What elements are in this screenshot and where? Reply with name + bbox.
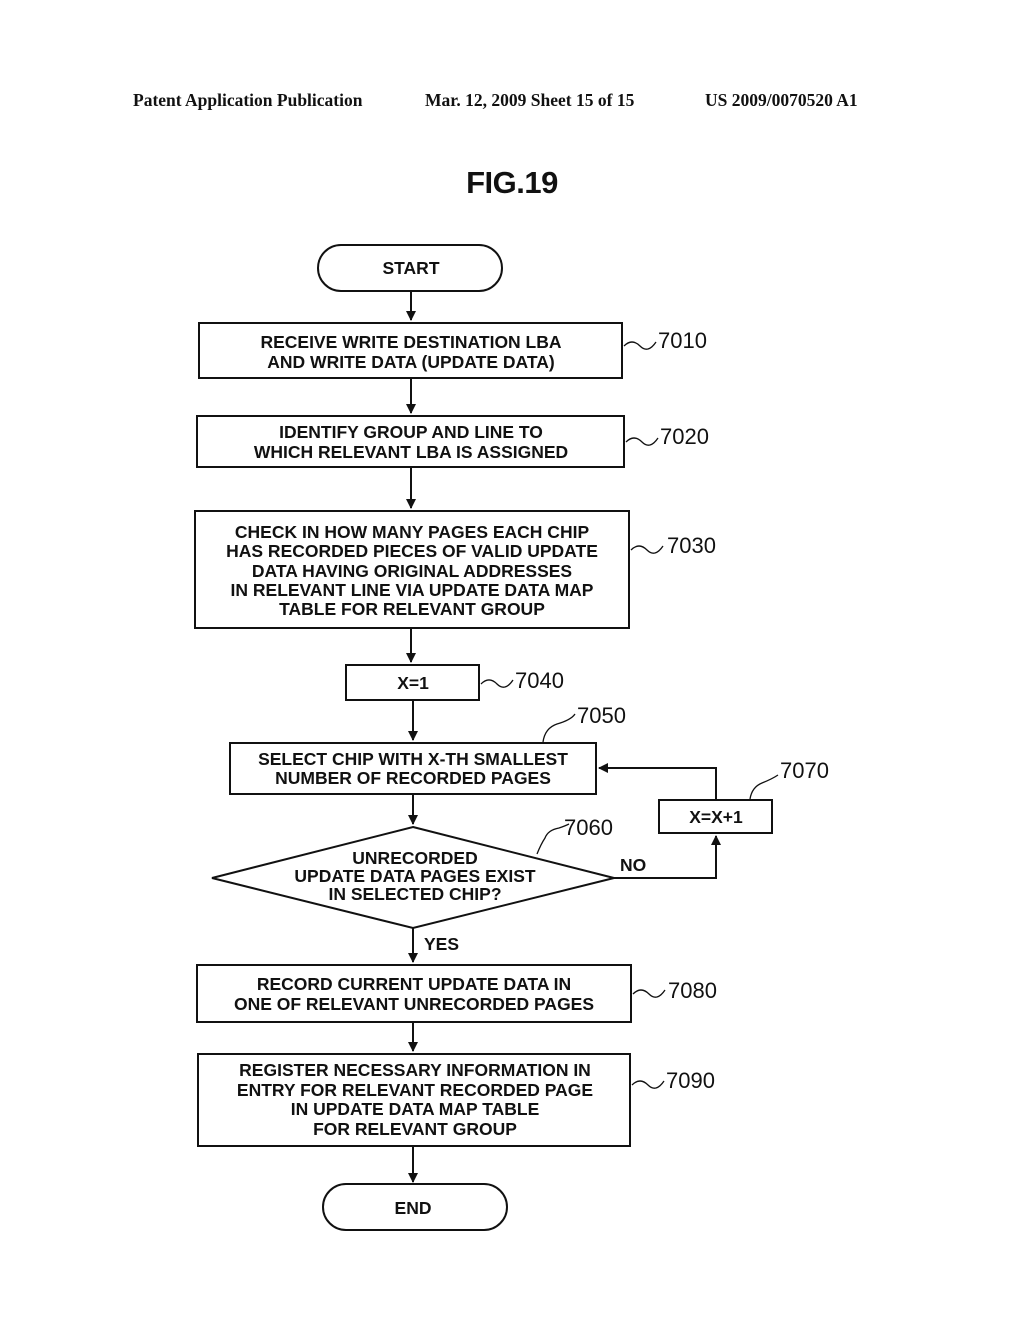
leader-7080 [632, 989, 666, 998]
step-7090: REGISTER NECESSARY INFORMATION IN ENTRY … [197, 1053, 715, 1147]
step-7010-line-1: RECEIVE WRITE DESTINATION LBA [260, 332, 561, 352]
ref-7030: 7030 [667, 533, 716, 558]
ref-7080: 7080 [668, 978, 717, 1003]
decision-7060-line-3: IN SELECTED CHIP? [328, 884, 501, 904]
leader-7070 [749, 774, 779, 800]
start-label: START [382, 258, 439, 278]
step-7020-line-1: IDENTIFY GROUP AND LINE TO [279, 422, 543, 442]
leader-7030 [630, 545, 664, 554]
step-7050: SELECT CHIP WITH X-TH SMALLEST NUMBER OF… [229, 703, 626, 795]
ref-7050: 7050 [577, 703, 626, 728]
step-7010-line-2: AND WRITE DATA (UPDATE DATA) [267, 352, 554, 372]
ref-7040: 7040 [515, 668, 564, 693]
step-7020: IDENTIFY GROUP AND LINE TO WHICH RELEVAN… [196, 415, 709, 468]
ref-7020: 7020 [660, 424, 709, 449]
step-7090-line-1: REGISTER NECESSARY INFORMATION IN [239, 1060, 591, 1080]
step-7040: X=1 7040 [345, 664, 564, 701]
step-7030: CHECK IN HOW MANY PAGES EACH CHIP HAS RE… [194, 510, 716, 629]
step-7010: RECEIVE WRITE DESTINATION LBA AND WRITE … [198, 322, 707, 379]
ref-7070: 7070 [780, 758, 829, 783]
decision-7060-line-2: UPDATE DATA PAGES EXIST [294, 866, 535, 886]
step-7080-line-1: RECORD CURRENT UPDATE DATA IN [257, 974, 571, 994]
ref-7060: 7060 [564, 815, 613, 840]
step-7050-line-2: NUMBER OF RECORDED PAGES [275, 768, 551, 788]
step-7030-line-2: HAS RECORDED PIECES OF VALID UPDATE [226, 541, 598, 561]
step-7090-line-3: IN UPDATE DATA MAP TABLE [291, 1099, 540, 1119]
leader-7010 [623, 341, 657, 350]
step-7030-line-1: CHECK IN HOW MANY PAGES EACH CHIP [235, 522, 590, 542]
step-7020-line-2: WHICH RELEVANT LBA IS ASSIGNED [254, 442, 568, 462]
decision-7060-line-1: UNRECORDED [352, 848, 477, 868]
leader-7090 [631, 1080, 665, 1089]
step-7070-label: X=X+1 [689, 807, 743, 827]
decision-7060: UNRECORDED UPDATE DATA PAGES EXIST IN SE… [211, 815, 615, 930]
step-7090-line-4: FOR RELEVANT GROUP [313, 1119, 517, 1139]
step-7080-line-2: ONE OF RELEVANT UNRECORDED PAGES [234, 994, 594, 1014]
step-7030-line-4: IN RELEVANT LINE VIA UPDATE DATA MAP [231, 580, 594, 600]
step-7090-line-2: ENTRY FOR RELEVANT RECORDED PAGE [237, 1080, 593, 1100]
arrow-7070-7050 [598, 763, 717, 800]
leader-7020 [625, 437, 659, 446]
start-terminal: START [317, 244, 503, 292]
step-7030-line-5: TABLE FOR RELEVANT GROUP [279, 599, 545, 619]
step-7080: RECORD CURRENT UPDATE DATA IN ONE OF REL… [196, 964, 717, 1023]
end-label: END [395, 1198, 432, 1218]
step-7050-line-1: SELECT CHIP WITH X-TH SMALLEST [258, 749, 568, 769]
ref-7090: 7090 [666, 1068, 715, 1093]
leader-7040 [480, 679, 514, 688]
step-7040-label: X=1 [397, 673, 429, 693]
ref-7010: 7010 [658, 328, 707, 353]
end-terminal: END [322, 1183, 508, 1231]
yes-label: YES [424, 934, 459, 954]
flowchart: START RECEIVE WRITE DESTINATION LBA AND … [194, 244, 829, 1231]
step-7070: X=X+1 7070 [658, 758, 829, 834]
leader-7050 [542, 713, 576, 743]
no-label: NO [620, 855, 646, 875]
step-7030-line-3: DATA HAVING ORIGINAL ADDRESSES [252, 561, 572, 581]
